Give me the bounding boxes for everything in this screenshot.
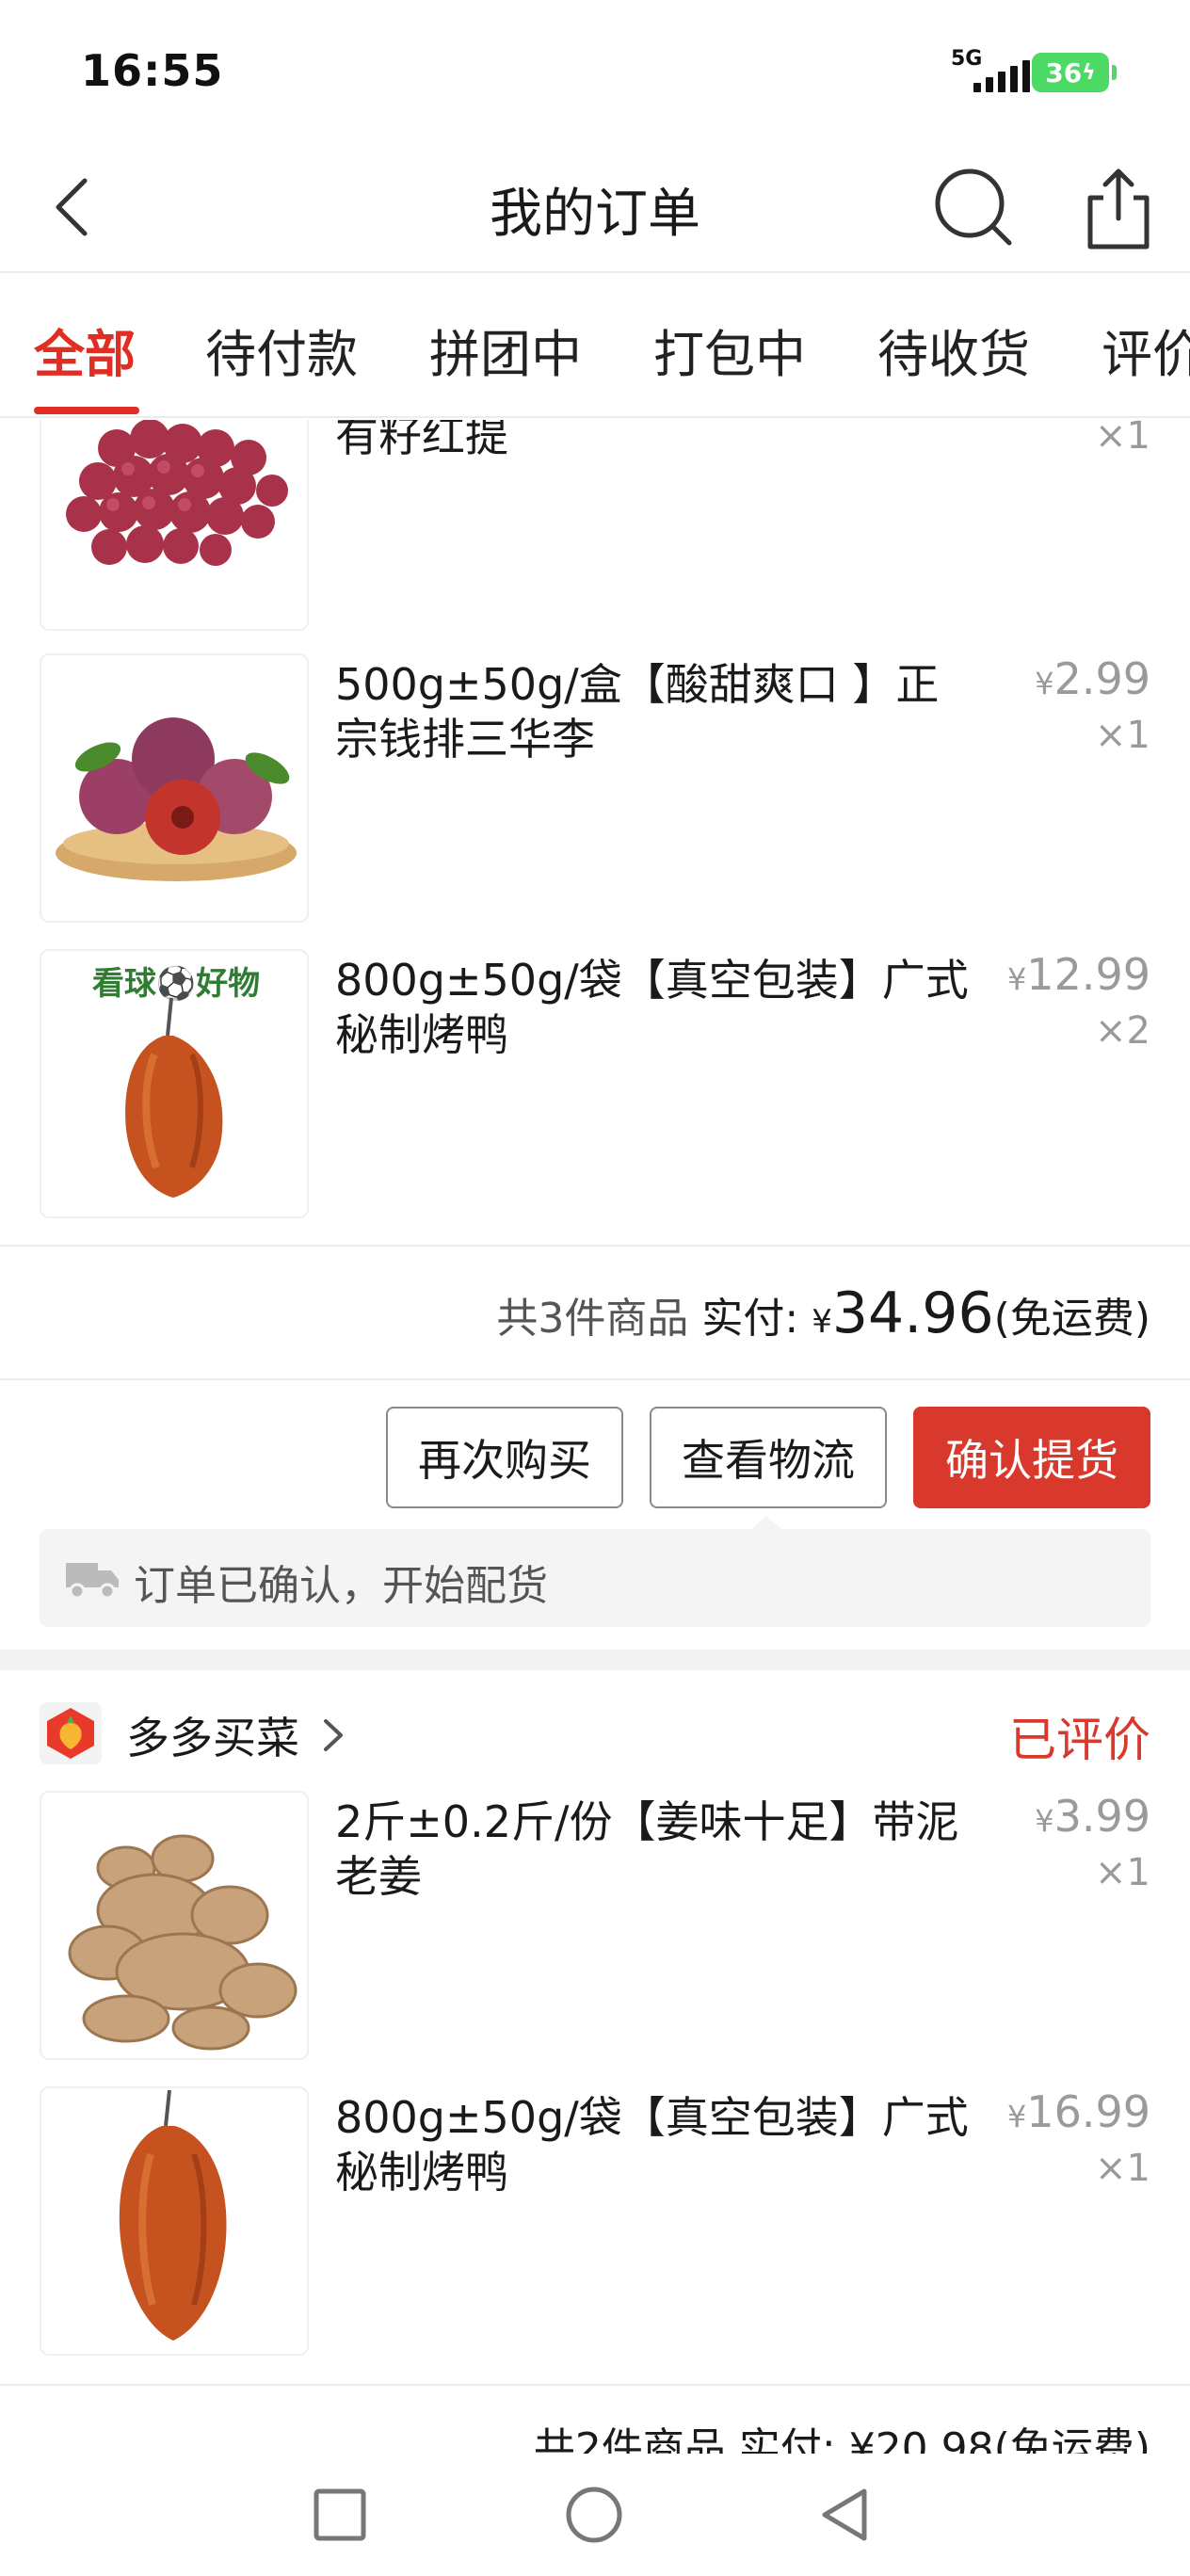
order-tabs: 全部 待付款 拼团中 打包中 待收货 评价	[0, 275, 1190, 418]
product-image-roast-duck[interactable]: 看球⚽好物	[40, 949, 309, 1218]
chevron-right-icon[interactable]	[322, 1717, 345, 1753]
item-name[interactable]: 800g±50g/袋【真空包装】广式秘制烤鸭	[335, 2090, 975, 2199]
logistics-text: 订单已确认，开始配货	[134, 1562, 548, 1610]
item-price: ¥3.99	[1035, 1791, 1150, 1842]
status-bar: 16:55 5G 36 ϟ	[0, 0, 1190, 141]
active-tab-indicator	[34, 407, 139, 414]
product-image-grapes[interactable]	[40, 420, 309, 631]
item-name[interactable]: 800g±50g/袋【真空包装】广式秘制烤鸭	[335, 953, 975, 1062]
item-qty: ×1	[1095, 714, 1150, 757]
item-name[interactable]: 有籽红提	[335, 420, 975, 463]
item-price: ¥12.99	[1006, 949, 1150, 1000]
divider	[0, 1245, 1190, 1247]
product-image-roast-duck[interactable]	[40, 2086, 309, 2356]
shop-header[interactable]: 多多买菜 已评价	[40, 1699, 1150, 1768]
item-qty: ×1	[1095, 1851, 1150, 1894]
truck-icon	[64, 1557, 121, 1601]
item-price: ¥2.99	[1035, 653, 1150, 704]
signal-icon: 5G	[949, 47, 1030, 94]
tab-pending-payment[interactable]: 待付款	[205, 313, 358, 387]
rebuy-button[interactable]: 再次购买	[386, 1407, 623, 1508]
logistics-note[interactable]: 订单已确认，开始配货	[40, 1516, 1150, 1627]
order-summary: 共2件商品 实付: ¥20.98(免运费)	[533, 2424, 1150, 2454]
triangle-back-icon[interactable]	[812, 2482, 877, 2548]
tab-packing[interactable]: 打包中	[653, 313, 806, 387]
tab-review[interactable]: 评价	[1102, 313, 1190, 387]
header: 我的订单	[0, 141, 1190, 273]
svg-text:看球⚽好物: 看球⚽好物	[92, 965, 260, 1003]
item-qty: ×1	[1095, 420, 1150, 458]
status-icons: 5G 36 ϟ	[949, 47, 1117, 94]
item-price: ¥16.99	[1006, 2086, 1150, 2137]
tab-pending-receipt[interactable]: 待收货	[877, 313, 1030, 387]
divider	[0, 1378, 1190, 1380]
confirm-pickup-button[interactable]: 确认提货	[913, 1407, 1150, 1508]
item-name[interactable]: 2斤±0.2斤/份【姜味十足】带泥老姜	[335, 1795, 975, 1904]
item-qty: ×1	[1095, 2147, 1150, 2190]
divider	[0, 2384, 1190, 2386]
order-status: 已评价	[1009, 1713, 1150, 1767]
view-logistics-button[interactable]: 查看物流	[650, 1407, 887, 1508]
status-time: 16:55	[81, 45, 224, 96]
square-icon[interactable]	[307, 2482, 373, 2548]
item-qty: ×2	[1095, 1009, 1150, 1053]
shop-logo-icon	[40, 1702, 102, 1764]
order-list[interactable]: 有籽红提 ×1 500g±50g/盒【酸甜爽口 】正宗钱排三华李 ¥2.99 ×…	[0, 420, 1190, 2454]
share-icon[interactable]	[1073, 160, 1164, 254]
product-image-ginger[interactable]	[40, 1791, 309, 2060]
battery-icon: 36 ϟ	[1032, 53, 1117, 92]
tab-group-buying[interactable]: 拼团中	[429, 313, 582, 387]
order-total: 34.96	[831, 1280, 994, 1346]
search-icon[interactable]	[928, 162, 1019, 252]
shop-name[interactable]: 多多买菜	[126, 1704, 299, 1766]
tab-all[interactable]: 全部	[34, 313, 136, 387]
section-gap	[0, 1650, 1190, 1670]
order-summary: 共3件商品 实付: ¥34.96(免运费)	[496, 1280, 1150, 1346]
item-name[interactable]: 500g±50g/盒【酸甜爽口 】正宗钱排三华李	[335, 657, 975, 766]
product-image-plums[interactable]	[40, 653, 309, 923]
battery-level: 36	[1045, 56, 1083, 89]
system-nav-bar	[0, 2454, 1190, 2576]
circle-icon[interactable]	[561, 2482, 627, 2548]
